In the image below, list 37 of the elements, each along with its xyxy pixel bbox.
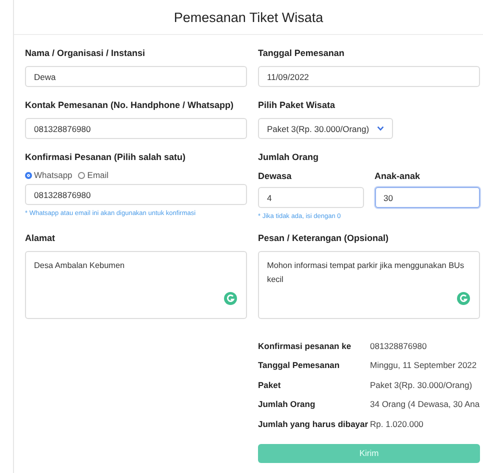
summary-value: Paket 3(Rp. 30.000/Orang)	[370, 380, 472, 390]
page-title: Pemesanan Tiket Wisata	[174, 10, 324, 24]
summary-label: Jumlah Orang	[258, 399, 316, 410]
input-field[interactable]: 081328876980	[25, 184, 247, 205]
text-area[interactable]: Mohon informasi tempat parkir jika menggunakan BUs kecil	[258, 251, 480, 319]
chevron-down-icon	[377, 126, 384, 131]
field-label: Konfirmasi Pesanan (Pilih salah satu)	[25, 152, 187, 164]
assistant-icon[interactable]	[224, 292, 237, 305]
input-field[interactable]: 30	[374, 187, 480, 208]
summary-label: Jumlah yang harus dibayar	[258, 418, 370, 429]
field-label: Tanggal Pemesanan	[258, 48, 346, 60]
summary-label: Paket	[258, 380, 282, 390]
radio-button[interactable]	[25, 172, 32, 178]
summary-value: 34 Orang (4 Dewasa, 30 Ana	[370, 399, 480, 410]
field-label: Pesan / Keterangan (Opsional)	[258, 233, 390, 245]
text-area[interactable]: Desa Ambalan Kebumen	[25, 251, 247, 319]
package-dropdown[interactable]: Paket 3(Rp. 30.000/Orang)	[258, 118, 394, 139]
field-label: Dewasa	[258, 171, 293, 181]
field-label: Anak-anak	[374, 171, 422, 181]
summary-value: Rp. 1.020.000	[370, 418, 424, 429]
input-field[interactable]: 4	[258, 187, 364, 208]
summary-label: Konfirmasi pesanan ke	[258, 340, 352, 351]
field-label: Pilih Paket Wisata	[258, 100, 336, 112]
field-label: Kontak Pemesanan (No. Handphone / Whatsapp)	[25, 100, 235, 112]
radio-button[interactable]	[78, 172, 86, 178]
radio-label[interactable]: Email	[87, 170, 109, 180]
summary-value: Minggu, 11 September 2022	[370, 360, 477, 370]
summary-value: 081328876980	[370, 340, 427, 351]
input-field[interactable]: Dewa	[25, 66, 247, 87]
field-label: Nama / Organisasi / Instansi	[25, 48, 146, 60]
input-field[interactable]: 081328876980	[25, 118, 247, 139]
field-label: Jumlah Orang	[258, 152, 320, 164]
input-field[interactable]: 11/09/2022	[258, 66, 480, 87]
summary-label: Tanggal Pemesanan	[258, 360, 341, 370]
radio-label[interactable]: Whatsapp	[34, 170, 72, 180]
field-label: Alamat	[25, 233, 56, 245]
assistant-icon[interactable]	[457, 292, 470, 305]
